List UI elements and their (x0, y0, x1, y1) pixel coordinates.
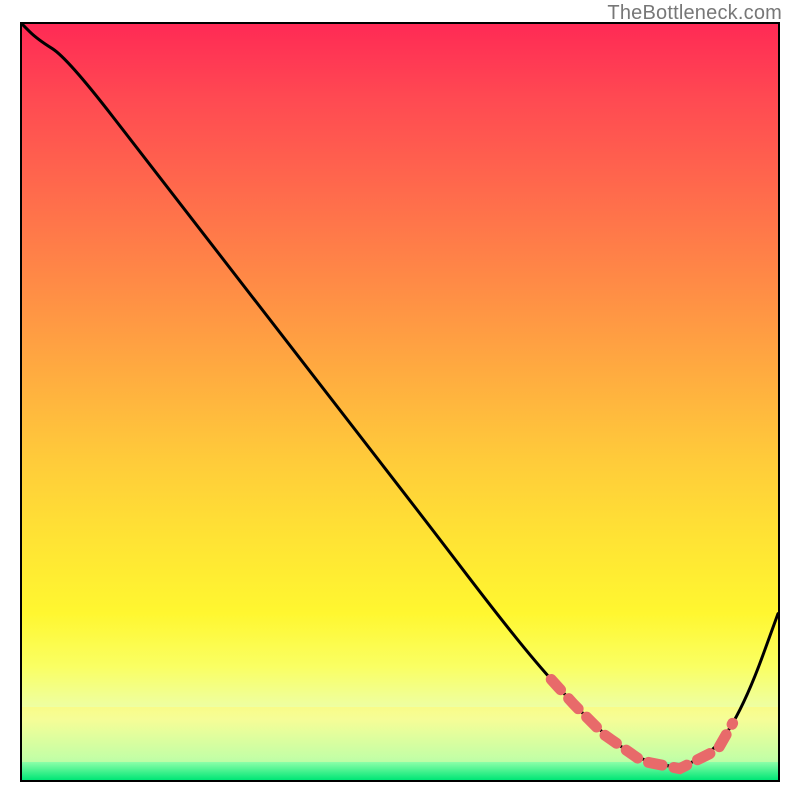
chart-container: TheBottleneck.com (0, 0, 800, 800)
bottleneck-curve-highlight (551, 679, 732, 768)
bottleneck-curve-svg (22, 24, 778, 780)
plot-area (20, 22, 780, 782)
bottleneck-curve (22, 24, 778, 766)
